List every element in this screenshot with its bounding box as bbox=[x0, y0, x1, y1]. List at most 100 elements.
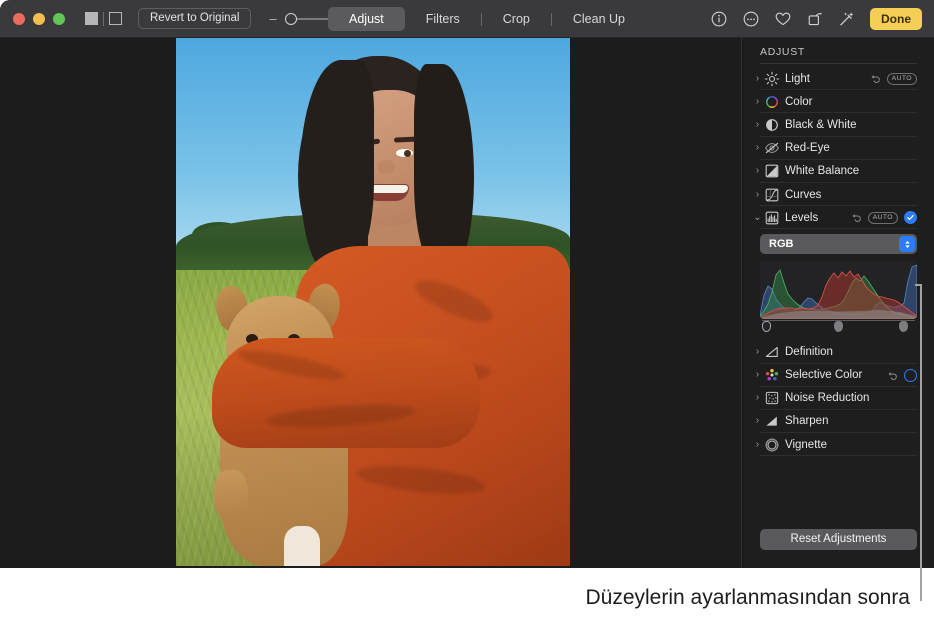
chevron-right-icon[interactable]: › bbox=[752, 416, 763, 426]
chevron-right-icon[interactable]: › bbox=[752, 370, 763, 380]
photo-image[interactable] bbox=[176, 38, 570, 566]
chevron-right-icon[interactable]: › bbox=[752, 143, 763, 153]
contrast-icon bbox=[764, 117, 780, 133]
adjustment-label: Noise Reduction bbox=[785, 392, 917, 404]
chevron-updown-icon[interactable] bbox=[899, 236, 915, 252]
chevron-down-icon[interactable]: ⌄ bbox=[752, 213, 763, 223]
nose bbox=[378, 160, 395, 174]
minimize-button[interactable] bbox=[33, 13, 45, 25]
curves-icon bbox=[764, 187, 780, 203]
levels-mid-point-handle[interactable] bbox=[834, 321, 843, 332]
adjustment-label: Black & White bbox=[785, 119, 917, 131]
view-mode-toggle[interactable] bbox=[85, 12, 122, 26]
adjustment-row-light[interactable]: › Light AUTO bbox=[744, 67, 934, 90]
toolbar-actions: Done bbox=[710, 7, 922, 31]
levels-controls: RGB bbox=[744, 229, 934, 340]
auto-badge[interactable]: AUTO bbox=[868, 212, 898, 224]
revert-icon[interactable] bbox=[851, 212, 862, 223]
row-controls: AUTO bbox=[870, 73, 917, 85]
callout-line bbox=[920, 284, 922, 601]
tab-clean-up[interactable]: Clean Up bbox=[552, 7, 646, 31]
info-icon[interactable] bbox=[710, 10, 728, 28]
adjustment-label: Sharpen bbox=[785, 415, 917, 427]
adjustment-label: Vignette bbox=[785, 439, 917, 451]
mode-segmented-control[interactable]: Adjust Filters Crop Clean Up bbox=[328, 7, 646, 31]
chevron-right-icon[interactable]: › bbox=[752, 393, 763, 403]
panel-title: ADJUST bbox=[760, 46, 805, 58]
adjustment-row-definition[interactable]: › Definition bbox=[744, 340, 934, 363]
adjustment-label: Color bbox=[785, 96, 917, 108]
close-button[interactable] bbox=[13, 13, 25, 25]
split-view-icon[interactable] bbox=[109, 12, 122, 25]
row-controls: AUTO bbox=[851, 211, 917, 224]
adjustment-row-sharpen[interactable]: › Sharpen bbox=[744, 410, 934, 433]
more-options-icon[interactable] bbox=[742, 10, 760, 28]
panel-divider bbox=[741, 38, 742, 568]
screenshot-root: Revert to Original – + Adjust Filters Cr… bbox=[0, 0, 934, 625]
adjustment-row-levels[interactable]: ⌄ Levels bbox=[744, 206, 934, 229]
tab-filters[interactable]: Filters bbox=[405, 7, 481, 31]
adjustment-row-vignette[interactable]: › Vignette bbox=[744, 433, 934, 456]
adjustment-label: Levels bbox=[785, 212, 851, 224]
adjustment-row-selective-color[interactable]: › Selective Color bbox=[744, 364, 934, 387]
revert-to-original-button[interactable]: Revert to Original bbox=[138, 8, 251, 29]
adjustment-row-curves[interactable]: › Curves bbox=[744, 183, 934, 206]
noise-reduction-icon bbox=[764, 390, 780, 406]
sharpen-icon bbox=[764, 413, 780, 429]
window-controls bbox=[13, 13, 65, 25]
levels-slider-row[interactable] bbox=[760, 320, 917, 334]
histogram-chart bbox=[760, 261, 917, 319]
chevron-right-icon[interactable]: › bbox=[752, 120, 763, 130]
toolbar: Revert to Original – + Adjust Filters Cr… bbox=[0, 0, 934, 38]
adjustment-row-noise-reduction[interactable]: › Noise Reduction bbox=[744, 387, 934, 410]
adjustment-label: Curves bbox=[785, 189, 917, 201]
divider bbox=[760, 63, 917, 64]
zoom-out-icon[interactable]: – bbox=[267, 11, 278, 26]
caption-text: Düzeylerin ayarlanmasından sonra bbox=[0, 586, 912, 610]
done-button[interactable]: Done bbox=[870, 8, 922, 30]
adjustment-row-black-and-white[interactable]: › Black & White bbox=[744, 113, 934, 136]
adjustment-row-white-balance[interactable]: › White Balance bbox=[744, 160, 934, 183]
photo-canvas bbox=[0, 38, 736, 568]
zoom-button[interactable] bbox=[53, 13, 65, 25]
levels-enabled-checkbox[interactable] bbox=[904, 211, 917, 224]
levels-white-point-handle[interactable] bbox=[899, 321, 908, 332]
reset-adjustments-button[interactable]: Reset Adjustments bbox=[760, 529, 917, 550]
levels-channel-select[interactable]: RGB bbox=[760, 234, 917, 254]
tab-crop[interactable]: Crop bbox=[482, 7, 551, 31]
rotate-icon[interactable] bbox=[806, 10, 824, 28]
chevron-right-icon[interactable]: › bbox=[752, 440, 763, 450]
checkmark-icon bbox=[906, 213, 915, 222]
adjustment-row-color[interactable]: › Color bbox=[744, 90, 934, 113]
chevron-right-icon[interactable]: › bbox=[752, 74, 763, 84]
levels-histogram[interactable] bbox=[760, 261, 917, 319]
divider bbox=[103, 12, 104, 26]
revert-icon[interactable] bbox=[870, 73, 881, 84]
chevron-right-icon[interactable]: › bbox=[752, 97, 763, 107]
revert-icon[interactable] bbox=[887, 370, 898, 381]
adjust-panel: ADJUST › Light bbox=[744, 38, 934, 568]
chevron-right-icon[interactable]: › bbox=[752, 347, 763, 357]
levels-channel-value: RGB bbox=[769, 238, 793, 250]
row-controls bbox=[887, 369, 917, 382]
pupil-right bbox=[404, 150, 411, 157]
adjustment-list: › Light AUTO bbox=[744, 67, 934, 456]
adjustment-label: Red-Eye bbox=[785, 142, 917, 154]
levels-icon bbox=[764, 210, 780, 226]
chevron-right-icon[interactable]: › bbox=[752, 190, 763, 200]
adjustment-label: Light bbox=[785, 73, 870, 85]
color-wheel-icon bbox=[764, 94, 780, 110]
enhance-icon[interactable] bbox=[838, 10, 856, 28]
red-eye-icon bbox=[764, 140, 780, 156]
single-view-icon[interactable] bbox=[85, 12, 98, 25]
zoom-slider-knob[interactable] bbox=[285, 13, 297, 25]
favorite-icon[interactable] bbox=[774, 10, 792, 28]
auto-badge[interactable]: AUTO bbox=[887, 73, 917, 85]
tab-adjust[interactable]: Adjust bbox=[328, 7, 405, 31]
levels-black-point-handle[interactable] bbox=[762, 321, 771, 332]
dog-paw bbox=[214, 470, 248, 522]
adjustment-row-red-eye[interactable]: › Red-Eye bbox=[744, 137, 934, 160]
selective-color-checkbox[interactable] bbox=[904, 369, 917, 382]
chevron-right-icon[interactable]: › bbox=[752, 166, 763, 176]
photos-editor-window: Revert to Original – + Adjust Filters Cr… bbox=[0, 0, 934, 568]
